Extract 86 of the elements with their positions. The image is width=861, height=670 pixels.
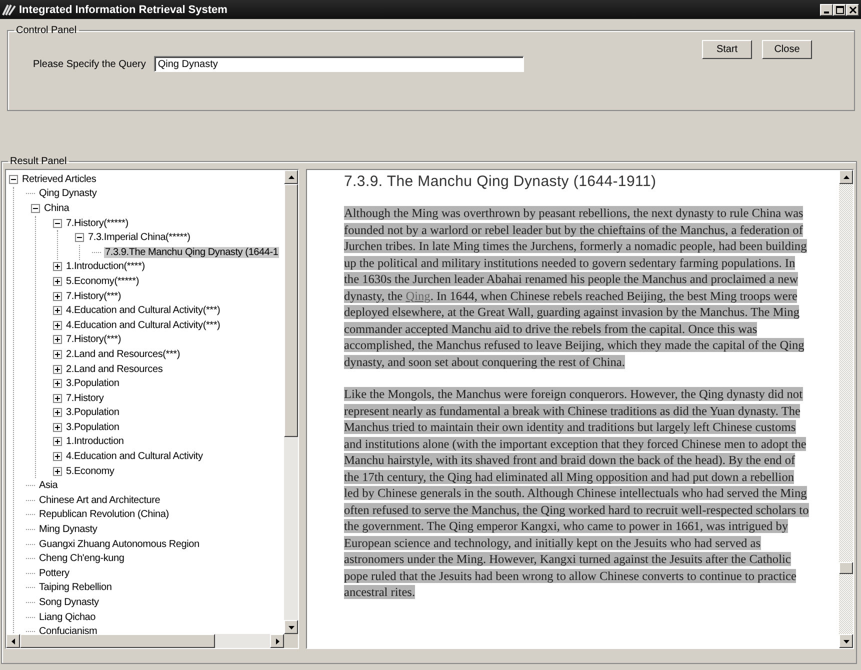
tree-item[interactable]: 5.Economy(*****) <box>65 276 140 287</box>
window-title: Integrated Information Retrieval System <box>19 4 228 16</box>
tree-item[interactable]: 2.Land and Resources(***) <box>65 348 181 360</box>
maximize-button[interactable] <box>833 4 846 16</box>
tree-item[interactable]: 4.Education and Cultural Activity(***) <box>65 305 222 316</box>
arrow-left-icon <box>10 638 16 644</box>
scrollbar-corner <box>284 634 298 648</box>
query-field[interactable]: Qing Dynasty <box>154 56 524 72</box>
scroll-up-button[interactable] <box>839 170 853 184</box>
tree-item[interactable]: Song Dynasty <box>38 597 100 608</box>
tree-item[interactable]: 7.3.9.The Manchu Qing Dynasty (1644-1 <box>104 246 280 258</box>
tree-item[interactable]: Guangxi Zhuang Autonomous Region <box>38 538 200 550</box>
tree-item[interactable]: 5.Economy <box>65 466 116 477</box>
scroll-thumb[interactable] <box>20 634 215 648</box>
push-button[interactable]: Start <box>702 40 752 59</box>
scroll-left-button[interactable] <box>6 634 20 648</box>
paragraph: Like the Mongols, the Manchus were foreign conquerors. However, the Qing dynasty did not represent nearly as fundamental a break with Chinese traditions as did the Yuan dynasty. The Manchus tried to maintain their own identity and traditions but largely left Chinese customs and institutions alone (with the important exception that they forced Chinese men to adopt the Manchu hairstyle, with its shaved front and braid down the back of the head). By the end of the 17th century, the Qing had eliminated all Ming opposition and had put down a rebellion led by Chinese generals in the south. Although Chinese intellectuals who had served the Ming often refused to serve the Manchus, the Qing worked hard to recruit well-respected scholars to the government. The Qing emperor Kangxi, who came to power in 1661, was intrigued by European science and technology, and initially kept on the Jesuits who had served as astronomers under the Ming. However, Kangxi turned against the Jesuits after the Catholic pope ruled that the Jesuits had been wrong to allow Chinese converts to continue to practice ancestral rites. <box>344 386 809 600</box>
expand-icon[interactable] <box>53 422 62 432</box>
tree-item[interactable]: Chinese Art and Architecture <box>38 494 162 506</box>
tree-item[interactable]: 1.Introduction(****) <box>65 261 146 272</box>
scrollbar[interactable] <box>6 634 284 648</box>
expand-icon[interactable] <box>53 306 62 316</box>
tree-item[interactable]: 4.Education and Cultural Activity <box>65 451 204 462</box>
expand-icon[interactable] <box>53 452 62 462</box>
expand-icon[interactable] <box>53 437 62 446</box>
tree-item[interactable]: 3.Population <box>65 422 120 433</box>
arrow-up-icon <box>288 174 294 180</box>
collapse-icon[interactable] <box>9 174 18 184</box>
tree-item[interactable]: Asia <box>38 480 59 492</box>
expand-icon[interactable] <box>53 335 62 344</box>
scroll-down-button[interactable] <box>839 634 853 648</box>
scroll-up-button[interactable] <box>284 170 298 184</box>
expand-icon[interactable] <box>53 408 62 418</box>
group-title: Control Panel <box>15 25 78 36</box>
close-icon <box>848 6 856 14</box>
arrow-up-icon <box>842 174 850 180</box>
tree-item[interactable]: 2.Land and Resources <box>65 364 164 375</box>
minimize-button[interactable] <box>820 4 833 16</box>
tree-item[interactable]: 7.History(***) <box>65 334 122 346</box>
paragraph: Although the Ming was overthrown by peasant rebellions, the next dynasty to rule China was founded not by a warlord or rebel leader but by the chieftains of the Manchus, a federation of Jurchen tribes. In late Ming times the Jurchens, formerly a nomadic people, had been building up the political and military institutions needed to govern sedentary farming populations. In the 1630s the Jurchen leader Abahai renamed his people the Manchus and proclaimed a new dynasty, the Qing. In 1644, when Chinese rebels reached Beijing, the best Ming troops were deployed elsewhere, at the Great Wall, guarding against invasion by the Manchus. The Ming commander accepted Manchu aid to drive the rebels from the capital. Once this was accomplished, the Manchus refused to leave Beijing, which they made the capital of the Qing dynasty, and soon set about conquering the rest of China. <box>344 205 808 370</box>
tree-item[interactable]: Republican Revolution (China) <box>38 509 170 520</box>
group-title: Result Panel <box>9 156 68 167</box>
scroll-down-button[interactable] <box>284 620 298 634</box>
tree-item[interactable]: Confucianism <box>38 626 98 634</box>
tree-item[interactable]: 7.History(*****) <box>65 218 130 229</box>
app-icon <box>2 4 16 16</box>
collapse-icon[interactable] <box>53 218 62 228</box>
collapse-icon[interactable] <box>75 233 84 242</box>
tree-item[interactable]: Cheng Ch'eng-kung <box>38 553 126 564</box>
tree-item[interactable]: Taiping Rebellion <box>38 582 113 594</box>
tree-item[interactable]: 3.Population <box>65 407 120 418</box>
tree-item[interactable]: 4.Education and Cultural Activity(***) <box>65 320 222 331</box>
expand-icon[interactable] <box>53 350 62 359</box>
scrollbar[interactable] <box>284 170 298 634</box>
arrow-down-icon <box>842 638 850 644</box>
article-heading: 7.3.9. The Manchu Qing Dynasty (1644-1911) <box>344 173 658 190</box>
maximize-icon <box>836 6 844 14</box>
tree-item[interactable]: 3.Population <box>65 378 120 390</box>
scroll-thumb[interactable] <box>284 184 298 437</box>
tree-item[interactable]: Ming Dynasty <box>38 524 98 536</box>
scroll-thumb[interactable] <box>839 562 853 574</box>
arrow-down-icon <box>288 624 294 630</box>
scroll-right-button[interactable] <box>270 634 284 648</box>
collapse-icon[interactable] <box>31 204 40 213</box>
tree-item[interactable]: Qing Dynasty <box>38 188 98 200</box>
arrow-right-icon <box>274 638 280 644</box>
tree-item[interactable]: 7.History(***) <box>65 290 122 302</box>
expand-icon[interactable] <box>53 262 62 272</box>
expand-icon[interactable] <box>53 292 62 301</box>
close-button[interactable] <box>846 4 859 16</box>
expand-icon[interactable] <box>53 379 62 388</box>
tree-item[interactable]: Pottery <box>38 568 70 579</box>
tree-item[interactable]: Liang Qichao <box>38 612 97 623</box>
scrollbar[interactable] <box>839 170 853 648</box>
expand-icon[interactable] <box>53 466 62 476</box>
tree-item[interactable]: Retrieved Articles <box>21 174 98 185</box>
tree-item[interactable]: 7.History <box>65 392 105 404</box>
tree-item[interactable]: China <box>43 202 70 214</box>
query-label: Please Specify the Query <box>33 58 146 70</box>
push-button[interactable]: Close <box>762 40 812 59</box>
tree-item[interactable]: 7.3.Imperial China(*****) <box>87 232 192 244</box>
tree-item[interactable]: 1.Introduction <box>65 436 125 448</box>
expand-icon[interactable] <box>53 364 62 374</box>
expand-icon[interactable] <box>53 394 62 403</box>
expand-icon[interactable] <box>53 276 62 286</box>
expand-icon[interactable] <box>53 320 62 330</box>
